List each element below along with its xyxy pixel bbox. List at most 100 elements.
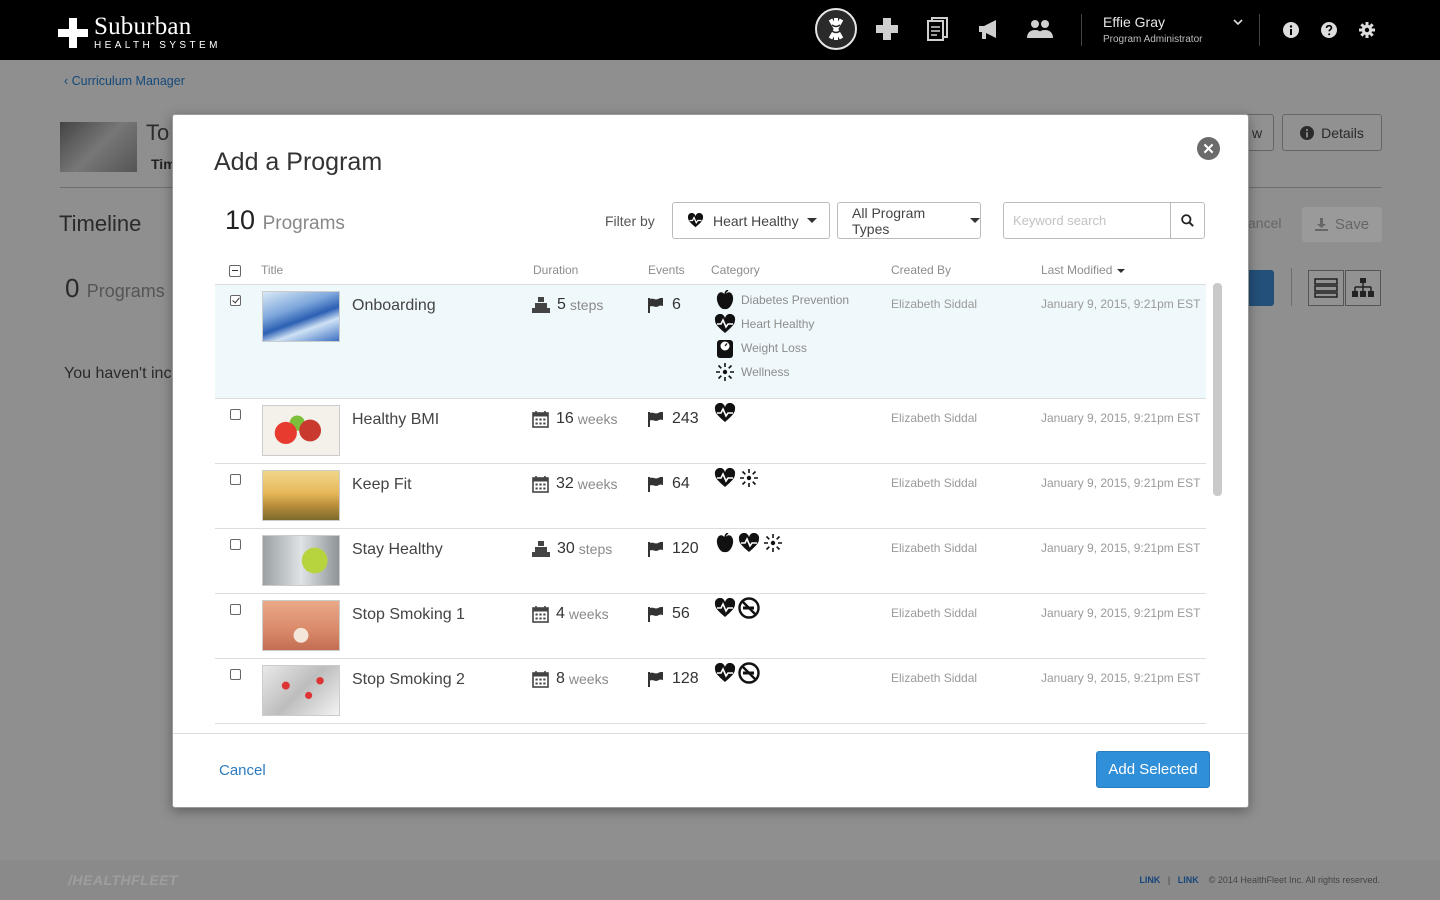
list-view-icon[interactable] <box>1308 270 1344 306</box>
chevron-down-icon[interactable] <box>1233 14 1243 30</box>
program-title[interactable]: Stay Healthy <box>352 541 443 559</box>
scale-icon <box>714 337 736 359</box>
last-modified: January 9, 2015, 9:21pm EST <box>1041 297 1201 311</box>
program-events: 64 <box>648 475 690 493</box>
timeline-program-count: 0 Programs <box>65 273 165 303</box>
brand-logo[interactable]: Suburban HEALTH SYSTEM <box>58 14 221 51</box>
table-row[interactable]: Onboarding 5 steps 6 Diabetes Prevention … <box>215 285 1206 399</box>
table-row[interactable]: Keep Fit 32 weeks 64 Elizabeth Siddal Jan… <box>215 464 1206 529</box>
last-modified: January 9, 2015, 9:21pm EST <box>1041 671 1201 685</box>
program-title[interactable]: Keep Fit <box>352 476 412 494</box>
program-title[interactable]: Healthy BMI <box>352 411 439 429</box>
calendar-icon <box>532 670 556 688</box>
curriculum-image <box>60 122 137 172</box>
flag-icon <box>648 476 672 492</box>
row-checkbox[interactable] <box>230 539 241 550</box>
save-button[interactable]: Save <box>1302 207 1382 242</box>
program-title[interactable]: Stop Smoking 2 <box>352 671 465 689</box>
table-row[interactable]: Stop Smoking 2 8 weeks 128 Elizabeth Sidd… <box>215 659 1206 724</box>
search-button[interactable] <box>1170 202 1205 239</box>
program-thumbnail <box>262 470 340 521</box>
table-row[interactable]: Healthy BMI 16 weeks 243 Elizabeth Siddal… <box>215 399 1206 464</box>
category-label: Wellness <box>741 365 790 379</box>
table-scrollbar[interactable] <box>1213 283 1222 496</box>
no-smoking-icon <box>738 662 760 684</box>
heart-icon <box>714 313 736 335</box>
table-row[interactable]: Stop Smoking 1 4 weeks 56 Elizabeth Sidda… <box>215 594 1206 659</box>
column-title[interactable]: Title <box>261 263 283 277</box>
select-all-checkbox[interactable] <box>229 265 241 277</box>
category-filter-dropdown[interactable]: Heart Healthy <box>672 202 830 239</box>
program-thumbnail <box>262 600 340 651</box>
program-count: 10 Programs <box>225 205 345 235</box>
apple-icon <box>714 289 736 311</box>
caduceus-icon[interactable] <box>815 8 857 50</box>
cancel-button[interactable]: Cancel <box>219 762 266 779</box>
documents-icon[interactable] <box>917 8 959 50</box>
program-title[interactable]: Stop Smoking 1 <box>352 606 465 624</box>
last-modified: January 9, 2015, 9:21pm EST <box>1041 476 1201 490</box>
row-checkbox[interactable] <box>230 604 241 615</box>
program-events: 120 <box>648 540 699 558</box>
cancel-link[interactable]: ancel <box>1248 215 1281 231</box>
chevron-left-icon: ‹ <box>64 74 72 88</box>
created-by: Elizabeth Siddal <box>891 297 978 311</box>
row-checkbox[interactable] <box>230 474 241 485</box>
program-events: 6 <box>648 296 681 314</box>
brand-subtitle: HEALTH SYSTEM <box>94 40 221 51</box>
heart-icon <box>714 662 736 684</box>
calendar-icon <box>532 475 556 493</box>
column-created-by[interactable]: Created By <box>891 263 951 277</box>
heart-icon <box>714 402 736 424</box>
sun-icon <box>738 467 760 489</box>
caret-down-icon <box>806 218 817 223</box>
created-by: Elizabeth Siddal <box>891 606 978 620</box>
program-duration: 5 steps <box>532 296 603 314</box>
row-checkbox[interactable] <box>230 295 241 306</box>
footer-link-2[interactable]: LINK <box>1178 875 1199 885</box>
program-type-filter-dropdown[interactable]: All Program Types <box>837 202 981 239</box>
column-duration[interactable]: Duration <box>533 263 578 277</box>
close-icon[interactable]: ✕ <box>1197 137 1220 160</box>
help-icon[interactable] <box>1321 22 1337 38</box>
keyword-search-input[interactable] <box>1003 202 1171 239</box>
details-button[interactable]: Details <box>1282 114 1382 151</box>
table-row[interactable]: Stay Healthy 30 steps 120 Elizabeth Sidda… <box>215 529 1206 594</box>
row-checkbox[interactable] <box>230 669 241 680</box>
curriculum-title: To <box>146 120 170 145</box>
add-selected-button[interactable]: Add Selected <box>1096 751 1210 788</box>
program-thumbnail <box>262 665 340 716</box>
column-last-modified[interactable]: Last Modified <box>1041 263 1126 277</box>
users-icon[interactable] <box>1019 8 1061 50</box>
flag-icon <box>648 297 672 313</box>
created-by: Elizabeth Siddal <box>891 476 978 490</box>
heart-icon <box>687 213 704 228</box>
row-checkbox[interactable] <box>230 409 241 420</box>
program-events: 128 <box>648 670 699 688</box>
no-smoking-icon <box>738 597 760 619</box>
program-title[interactable]: Onboarding <box>352 297 436 315</box>
column-category[interactable]: Category <box>711 263 760 277</box>
footer-link-1[interactable]: LINK <box>1139 875 1160 885</box>
column-events[interactable]: Events <box>648 263 685 277</box>
info-icon <box>1300 125 1315 140</box>
breadcrumb[interactable]: ‹ Curriculum Manager <box>64 74 185 88</box>
last-modified: January 9, 2015, 9:21pm EST <box>1041 606 1201 620</box>
main-nav <box>815 8 1070 50</box>
user-name: Effie Gray <box>1103 14 1165 30</box>
tree-view-icon[interactable] <box>1345 270 1381 306</box>
category-icons <box>714 467 762 489</box>
user-menu[interactable]: Effie Gray Program Administrator <box>1103 14 1202 45</box>
last-modified: January 9, 2015, 9:21pm EST <box>1041 541 1201 555</box>
medical-cross-icon[interactable] <box>866 8 908 50</box>
settings-icon[interactable] <box>1359 22 1375 38</box>
info-icon[interactable] <box>1283 22 1299 38</box>
footer: /HEALTHFLEET LINK | LINK © 2014 HealthFl… <box>0 860 1440 900</box>
add-program-modal: Add a Program ✕ 10 Programs Filter by He… <box>172 114 1249 808</box>
filter-label: Filter by <box>605 213 655 229</box>
modal-footer: Cancel Add Selected <box>173 733 1248 807</box>
megaphone-icon[interactable] <box>968 8 1010 50</box>
category-label: Weight Loss <box>741 341 807 355</box>
heart-icon <box>714 467 736 489</box>
flag-icon <box>648 411 672 427</box>
